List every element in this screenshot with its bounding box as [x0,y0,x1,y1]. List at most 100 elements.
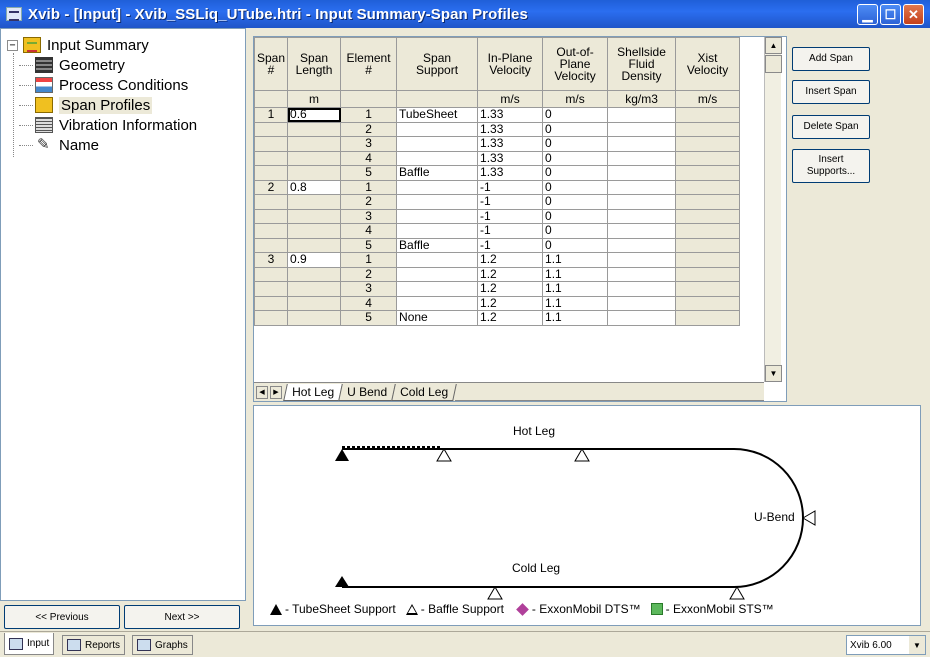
grid-cell[interactable] [396,295,479,311]
grid-cell[interactable] [607,295,677,311]
grid-cell[interactable]: 1.2 [477,295,544,311]
grid-cell[interactable] [287,266,342,282]
collapse-icon[interactable]: − [7,39,18,51]
grid-cell[interactable] [675,136,741,152]
grid-cell[interactable]: 1.1 [542,266,609,282]
grid-cell[interactable] [396,150,479,166]
grid-cell[interactable] [396,208,479,224]
grid-cell[interactable] [675,237,741,253]
grid-cell[interactable]: 0 [542,194,609,210]
grid-cell[interactable] [396,266,479,282]
grid-cell[interactable] [675,295,741,311]
grid-cell[interactable]: 0 [542,165,609,181]
grid-cell[interactable] [675,310,741,326]
grid-cell[interactable] [675,208,741,224]
chevron-down-icon[interactable]: ▼ [909,636,925,654]
grid-cell[interactable] [607,107,677,123]
grid-cell[interactable]: -1 [477,179,544,195]
grid-cell[interactable] [607,252,677,268]
grid-cell[interactable] [675,107,741,123]
grid-cell[interactable] [396,223,479,239]
grid-cell[interactable] [396,136,479,152]
grid-vertical-scrollbar[interactable]: ▲ ▼ [764,37,782,382]
grid-cell[interactable] [607,179,677,195]
tab-cold-leg[interactable]: Cold Leg [391,383,457,401]
grid-cell[interactable]: TubeSheet [396,107,479,123]
grid-cell[interactable] [396,121,479,137]
grid-cell[interactable] [607,223,677,239]
grid-cell[interactable] [675,266,741,282]
grid-cell[interactable]: 0 [542,223,609,239]
grid-cell[interactable] [287,237,342,253]
grid-cell[interactable] [607,150,677,166]
grid-cell[interactable]: Baffle [396,165,479,181]
grid-cell[interactable] [607,165,677,181]
grid-cell[interactable] [287,223,342,239]
scroll-thumb[interactable] [765,55,782,73]
tab-hot-leg[interactable]: Hot Leg [283,383,343,401]
grid-cell[interactable] [287,310,342,326]
grid-cell[interactable]: 1.2 [477,310,544,326]
scroll-down-icon[interactable]: ▼ [765,365,782,382]
delete-span-button[interactable]: Delete Span [792,115,870,139]
add-span-button[interactable]: Add Span [792,47,870,71]
tree-item-process-conditions[interactable]: Process Conditions [7,75,245,95]
maximize-button[interactable]: ☐ [880,4,901,25]
grid-cell[interactable] [675,165,741,181]
grid-cell[interactable]: 0.6 [287,107,342,123]
grid-cell[interactable] [287,194,342,210]
grid-cell[interactable]: 1.1 [542,295,609,311]
insert-span-button[interactable]: Insert Span [792,80,870,104]
insert-supports-button[interactable]: Insert Supports... [792,149,870,183]
grid-cell[interactable] [287,136,342,152]
grid-cell[interactable]: -1 [477,208,544,224]
grid-cell[interactable]: 1.2 [477,252,544,268]
grid-cell[interactable]: 1.1 [542,252,609,268]
grid-cell[interactable] [287,150,342,166]
grid-cell[interactable]: 0 [542,136,609,152]
grid-cell[interactable]: 1.1 [542,310,609,326]
grid-cell[interactable] [675,150,741,166]
tab-u-bend[interactable]: U Bend [338,383,396,401]
tree-item-name[interactable]: Name [7,135,245,155]
tree-item-vibration-information[interactable]: Vibration Information [7,115,245,135]
grid-cell[interactable]: 1.33 [477,107,544,123]
grid-cell[interactable]: Baffle [396,237,479,253]
tab-input[interactable]: Input [4,633,55,655]
grid-cell[interactable] [675,223,741,239]
scroll-up-icon[interactable]: ▲ [765,37,782,54]
grid-cell[interactable]: 1.33 [477,165,544,181]
grid-cell[interactable] [287,281,342,297]
grid-cell[interactable]: -1 [477,223,544,239]
tab-prev-icon[interactable]: ◀ [256,385,268,399]
grid-cell[interactable] [675,194,741,210]
grid-cell[interactable]: 1.33 [477,150,544,166]
grid-cell[interactable] [396,252,479,268]
tree-item-geometry[interactable]: Geometry [7,55,245,75]
grid-cell[interactable]: 0 [542,121,609,137]
grid-cell[interactable]: 1.2 [477,266,544,282]
grid-cell[interactable] [607,266,677,282]
tab-next-icon[interactable]: ▶ [270,385,282,399]
minimize-button[interactable]: ▁ [857,4,878,25]
grid-cell[interactable] [287,295,342,311]
grid-cell[interactable] [396,179,479,195]
grid-cell[interactable]: 1.33 [477,136,544,152]
grid-cell[interactable] [607,310,677,326]
grid-cell[interactable] [607,237,677,253]
tab-graphs[interactable]: Graphs [132,635,193,655]
grid-cell[interactable] [287,208,342,224]
grid-cell[interactable]: -1 [477,237,544,253]
grid-cell[interactable] [287,121,342,137]
grid-cell[interactable]: 0.9 [287,252,342,268]
grid-cell[interactable]: None [396,310,479,326]
grid-cell[interactable] [396,194,479,210]
tree-root-input-summary[interactable]: − Input Summary [7,35,245,55]
grid-cell[interactable] [396,281,479,297]
tab-reports[interactable]: Reports [62,635,126,655]
grid-cell[interactable] [287,165,342,181]
close-button[interactable]: ✕ [903,4,924,25]
version-select[interactable]: Xvib 6.00 ▼ [846,635,926,655]
grid-cell[interactable]: 0.8 [287,179,342,195]
grid-cell[interactable]: 0 [542,237,609,253]
